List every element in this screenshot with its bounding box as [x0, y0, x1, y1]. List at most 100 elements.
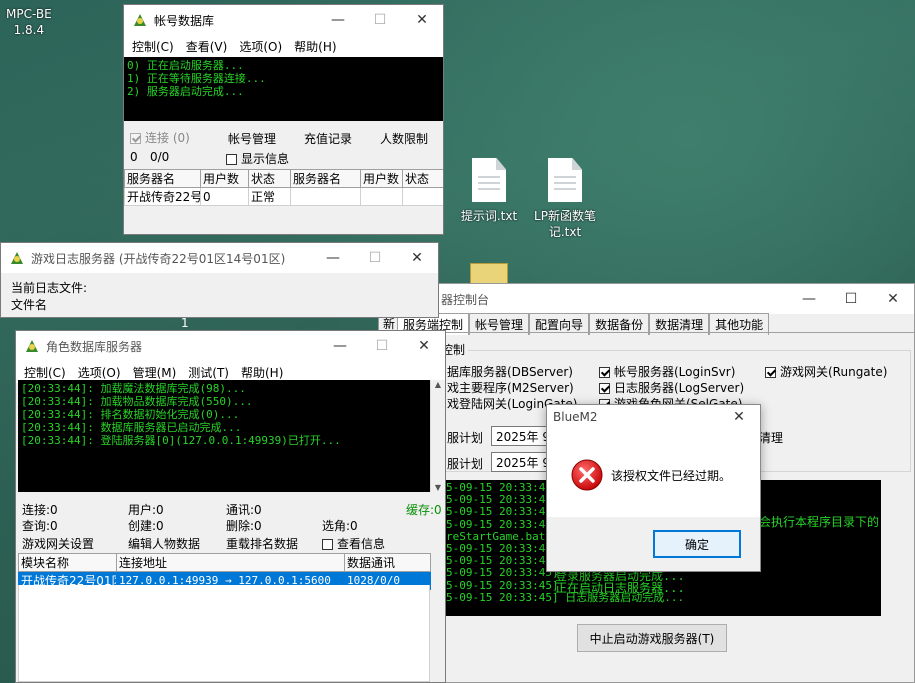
connect-checkbox: 连接 (0): [130, 129, 190, 146]
stat-pick: 选角:0: [322, 519, 358, 533]
text-file-icon: [548, 158, 582, 202]
column-header[interactable]: 连接地址: [116, 553, 345, 572]
close-icon[interactable]: ✕: [401, 5, 443, 35]
stat-user: 用户:0: [128, 503, 164, 517]
menu-help[interactable]: 帮助(H): [288, 38, 342, 55]
account-db-menubar: 控制(C) 查看(V) 选项(O) 帮助(H): [124, 35, 443, 57]
service-m2server: 戏主要程序(M2Server): [447, 381, 574, 395]
stop-server-button[interactable]: 中止启动游戏服务器(T): [577, 624, 727, 652]
mpc-be-shortcut[interactable]: MPC-BE 1.8.4: [6, 6, 52, 38]
scroll-down-icon[interactable]: ▼: [431, 483, 445, 492]
log-scrollbar[interactable]: ▲ ▼: [430, 380, 445, 492]
column-header[interactable]: 用户数: [360, 169, 403, 188]
desktop-file-label: LP新函数笔记.txt: [534, 209, 596, 239]
checkbox-icon: [130, 133, 141, 144]
dialog-title: BlueM2: [553, 410, 598, 424]
console-titlebar[interactable]: 器控制台 — ☐ ✕: [379, 284, 914, 314]
char-db-title: 角色数据库服务器: [46, 339, 143, 354]
column-header[interactable]: 状态: [248, 169, 291, 188]
close-icon[interactable]: ✕: [718, 405, 760, 429]
checkbox-icon[interactable]: [599, 383, 610, 394]
account-server-table: 服务器名 用户数 状态 服务器名 用户数 状态 开战传奇22号01 0 正常: [124, 169, 443, 206]
account-db-window[interactable]: 帐号数据库 — ☐ ✕ 控制(C) 查看(V) 选项(O) 帮助(H) 0) 正…: [123, 4, 444, 235]
account-db-title: 帐号数据库: [154, 13, 215, 28]
log-right-line: 正在启动日志服务器...: [555, 582, 685, 595]
rerank-button[interactable]: 重载排名数据: [226, 535, 298, 552]
char-db-log: [20:33:44]: 加载魔法数据库完成(98)... [20:33:44]:…: [18, 380, 430, 492]
service-rungate[interactable]: 游戏网关(Rungate): [765, 363, 887, 380]
close-icon[interactable]: ✕: [872, 284, 914, 314]
log-server-title: 游戏日志服务器 (开战传奇22号01区14号01区): [31, 251, 286, 266]
account-db-titlebar[interactable]: 帐号数据库 — ☐ ✕: [124, 5, 443, 35]
edit-char-button[interactable]: 编辑人物数据: [128, 535, 200, 552]
show-info-checkbox[interactable]: 显示信息: [226, 150, 289, 167]
view-info-checkbox[interactable]: 查看信息: [322, 535, 385, 552]
table-row[interactable]: 开战传奇22号01 0 正常: [124, 187, 443, 206]
account-mgmt-button[interactable]: 帐号管理: [228, 130, 276, 147]
checkbox-icon[interactable]: [599, 367, 610, 378]
log-line: 2) 服务器启动完成...: [127, 85, 244, 98]
service-logserver[interactable]: 日志服务器(LogServer): [599, 379, 744, 396]
scroll-up-icon[interactable]: ▲: [431, 380, 445, 389]
log-line: 0) 正在启动服务器...: [127, 59, 244, 72]
current-log-label: 当前日志文件:: [11, 281, 88, 295]
char-db-window[interactable]: 角色数据库服务器 — ☐ ✕ 控制(C) 选项(O) 管理(M) 测试(T) 帮…: [15, 330, 446, 683]
log-server-titlebar[interactable]: 游戏日志服务器 (开战传奇22号01区14号01区) — ☐ ✕: [1, 243, 438, 273]
stat-cache: 缓存:0: [406, 503, 442, 517]
minimize-icon[interactable]: —: [319, 331, 361, 361]
menu-control[interactable]: 控制(C): [18, 364, 72, 381]
ok-button[interactable]: 确定: [653, 530, 741, 558]
page-number: 1: [181, 316, 189, 330]
dialog-titlebar[interactable]: BlueM2 ✕: [547, 405, 760, 429]
menu-view[interactable]: 查看(V): [180, 38, 234, 55]
log-line: [20:33:44]: 登陆服务器[0](127.0.0.1:49939)已打开…: [21, 434, 341, 447]
column-header[interactable]: 模块名称: [18, 553, 117, 572]
column-header[interactable]: 服务器名: [124, 169, 201, 188]
menu-test[interactable]: 测试(T): [182, 364, 235, 381]
minimize-icon[interactable]: —: [312, 243, 354, 273]
checkbox-icon[interactable]: [322, 539, 333, 550]
checkbox-icon[interactable]: [226, 154, 237, 165]
desktop-file-prompt[interactable]: 提示词.txt: [454, 158, 524, 224]
count-b: 0/0: [150, 150, 170, 164]
desktop-file-notes[interactable]: LP新函数笔记.txt: [530, 158, 600, 240]
menu-manage[interactable]: 管理(M): [127, 364, 183, 381]
column-header[interactable]: 状态: [402, 169, 443, 188]
close-icon[interactable]: ✕: [403, 331, 445, 361]
service-loginsvr[interactable]: 帐号服务器(LoginSvr): [599, 363, 735, 380]
checkbox-icon[interactable]: [765, 367, 776, 378]
column-header[interactable]: 数据通讯: [344, 553, 431, 572]
desktop-file-label: 提示词.txt: [460, 209, 518, 223]
console-title: 器控制台: [441, 292, 490, 307]
message-dialog[interactable]: BlueM2 ✕ 该授权文件已经过期。 确定: [546, 404, 761, 572]
menu-options[interactable]: 选项(O): [233, 38, 288, 55]
char-db-titlebar[interactable]: 角色数据库服务器 — ☐ ✕: [16, 331, 445, 361]
minimize-icon[interactable]: —: [788, 284, 830, 314]
close-icon[interactable]: ✕: [396, 243, 438, 273]
maximize-icon: ☐: [375, 338, 389, 354]
stat-comm: 通讯:0: [226, 503, 262, 517]
log-line: [20:33:44]: 数据库服务器已启动完成...: [21, 421, 242, 434]
stat-create: 创建:0: [128, 519, 164, 533]
column-header[interactable]: 服务器名: [290, 169, 361, 188]
stat-delete: 删除:0: [226, 519, 262, 533]
maximize-icon[interactable]: ☐: [830, 284, 872, 314]
gateway-settings-button[interactable]: 游戏网关设置: [22, 535, 94, 552]
plan1-label: 服计划: [447, 431, 484, 445]
recharge-button[interactable]: 充值记录: [304, 130, 352, 147]
plan1-date-picker[interactable]: 2025年 9月: [491, 426, 553, 446]
menu-options[interactable]: 选项(O): [72, 364, 127, 381]
population-button[interactable]: 人数限制: [380, 130, 428, 147]
maximize-icon: ☐: [368, 250, 382, 266]
plan2-date-picker[interactable]: 2025年 9月: [491, 452, 553, 472]
stat-query: 查询:0: [22, 519, 58, 533]
menu-help[interactable]: 帮助(H): [235, 364, 289, 381]
text-file-icon: [472, 158, 506, 202]
desktop: MPC-BE 1.8.4 提示词.txt LP新函数笔记.txt 1 器控制台 …: [0, 0, 915, 683]
log-server-window[interactable]: 游戏日志服务器 (开战传奇22号01区14号01区) — ☐ ✕ 当前日志文件:…: [0, 242, 439, 318]
stat-connect: 连接:0: [22, 503, 58, 517]
minimize-icon[interactable]: —: [317, 5, 359, 35]
file-name-label: 文件名: [11, 298, 48, 312]
menu-control[interactable]: 控制(C): [126, 38, 180, 55]
column-header[interactable]: 用户数: [200, 169, 249, 188]
